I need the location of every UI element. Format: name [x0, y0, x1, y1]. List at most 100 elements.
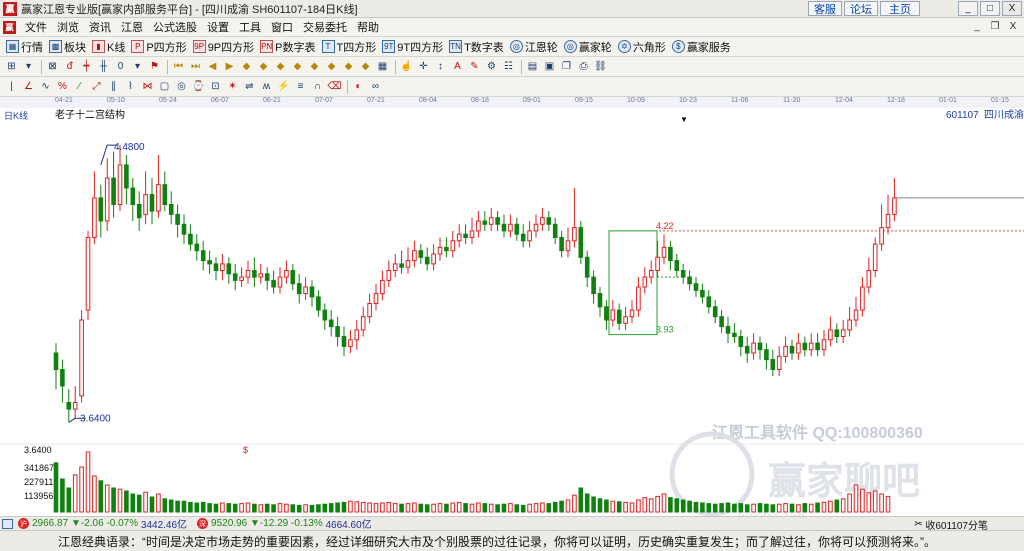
zigzag-tool-icon[interactable]: ʍ [259, 79, 274, 94]
prev-tool-icon[interactable]: ◀ [205, 59, 220, 74]
diamond-tool-icon[interactable]: ◆ [341, 59, 356, 74]
last-tool-icon[interactable]: ⏭ [188, 59, 203, 74]
dropdown-icon[interactable]: ▾ [130, 59, 145, 74]
print-tool-icon[interactable]: ⎙ [576, 59, 591, 74]
menu-info[interactable]: 资讯 [84, 19, 116, 35]
wave-tool-icon[interactable]: ∿ [38, 79, 53, 94]
box-tool-icon[interactable]: ▢ [157, 79, 172, 94]
infinity-icon[interactable]: ∞ [368, 79, 383, 94]
mdi-restore-button[interactable]: ❐ [988, 20, 1002, 33]
toolbar-t-number-button[interactable]: TN T数字表 [449, 39, 504, 55]
candle-body [892, 197, 897, 215]
kline-chart[interactable]: 江恩工具软件 QQ:100800360赢家聊吧liaoba.vip 日K线老子十… [0, 108, 1024, 526]
mirror-tool-icon[interactable]: ⇌ [242, 79, 257, 94]
grid-tool-icon[interactable]: ⊠ [45, 59, 60, 74]
hand-tool-icon[interactable]: ☝ [399, 59, 414, 74]
percent-tool-icon[interactable]: % [55, 79, 70, 94]
copy-tool-icon[interactable]: ❐ [559, 59, 574, 74]
grid-tool-icon[interactable]: ▦ [375, 59, 390, 74]
menu-file[interactable]: 文件 [20, 19, 52, 35]
t-number-icon: TN [449, 40, 463, 53]
fan-tool-icon[interactable]: ⤢ [89, 79, 104, 94]
menu-formula[interactable]: 公式选股 [148, 19, 202, 35]
toolbar-service-button[interactable]: $ 赢家服务 [671, 39, 731, 55]
maximize-button[interactable]: □ [980, 1, 1000, 16]
index-tool-icon[interactable]: 0 [113, 59, 128, 74]
date-tick-label: 12-18 [887, 97, 905, 104]
mark-tool-icon[interactable]: ✎ [467, 59, 482, 74]
gann-tool-icon[interactable]: ⋈ [140, 79, 155, 94]
sh-index-block[interactable]: 沪 2966.87 ▼-2.06 -0.07% 3442.46亿 [0, 516, 187, 531]
candle-tool-icon[interactable]: ᵭ [62, 59, 77, 74]
grid-icon: ▦ [6, 40, 19, 53]
forum-link[interactable]: 论坛 [844, 1, 878, 16]
flag-tool-icon[interactable]: ⚑ [147, 59, 162, 74]
date-tick-label: 04-21 [55, 97, 73, 104]
bar-tool-icon[interactable]: ┿ [79, 59, 94, 74]
calc-tool-icon[interactable]: ☷ [501, 59, 516, 74]
homepage-link[interactable]: 主页 [880, 1, 920, 16]
next-tool-icon[interactable]: ▶ [222, 59, 237, 74]
star-tool-icon[interactable]: ✶ [225, 79, 240, 94]
first-tool-icon[interactable]: ⏮ [171, 59, 186, 74]
spiral-tool-icon[interactable]: ◎ [174, 79, 189, 94]
toolbar-hexagon-button[interactable]: ✡ 六角形 [617, 39, 666, 55]
mdi-minimize-button[interactable]: _ [970, 20, 984, 33]
text-tool-icon[interactable]: A [450, 59, 465, 74]
eraser-tool-icon[interactable]: ⌫ [327, 79, 342, 94]
menu-help[interactable]: 帮助 [352, 19, 384, 35]
diamond-tool-icon[interactable]: ◆ [273, 59, 288, 74]
mdi-close-button[interactable]: X [1006, 20, 1020, 33]
menu-window[interactable]: 窗口 [266, 19, 298, 35]
toolbar-p-square-button[interactable]: P P四方形 [131, 39, 187, 55]
channel-tool-icon[interactable]: ∥ [106, 79, 121, 94]
ruler-tool-icon[interactable]: ⚙ [484, 59, 499, 74]
diamond-tool-icon[interactable]: ◆ [307, 59, 322, 74]
link-tool-icon[interactable]: ⛓ [593, 59, 608, 74]
time-tool-icon[interactable]: ⌚ [191, 79, 206, 94]
fib-tool-icon[interactable]: | [4, 79, 19, 94]
cursor-tool-icon[interactable]: ⊞ [4, 59, 19, 74]
toolbar-p-number-button[interactable]: PN P数字表 [260, 39, 316, 55]
diamond-tool-icon[interactable]: ◆ [358, 59, 373, 74]
arrow-tool-icon[interactable]: ↕ [433, 59, 448, 74]
toolbar-market-button[interactable]: ▦ 行情 [6, 39, 43, 55]
close-button[interactable]: X [1002, 1, 1022, 16]
toolbar-t-square-button[interactable]: T T四方形 [321, 39, 376, 55]
toolbar-9t-square-button[interactable]: 9T 9T四方形 [382, 39, 443, 55]
toolbar-gann-wheel-button[interactable]: ◎ 江恩轮 [509, 39, 558, 55]
winner-wheel-icon: ◎ [563, 40, 577, 53]
magnet-tool-icon[interactable]: ∩ [310, 79, 325, 94]
diamond-tool-icon[interactable]: ◆ [324, 59, 339, 74]
color-wheel-icon[interactable]: ◐ [351, 79, 366, 94]
line-tool-icon[interactable]: ╫ [96, 59, 111, 74]
trend-tool-icon[interactable]: ⁄ [72, 79, 87, 94]
minimize-button[interactable]: _ [958, 1, 978, 16]
diamond-tool-icon[interactable]: ◆ [256, 59, 271, 74]
menu-settings[interactable]: 设置 [202, 19, 234, 35]
tick-detail-label[interactable]: ✂ 收601107分笔 [914, 517, 988, 532]
customer-service-link[interactable]: 客服 [808, 1, 842, 16]
diamond-tool-icon[interactable]: ◆ [290, 59, 305, 74]
angle-tool-icon[interactable]: ∠ [21, 79, 36, 94]
toolbar-winner-wheel-button[interactable]: ◎ 赢家轮 [563, 39, 612, 55]
cross-tool-icon[interactable]: ✛ [416, 59, 431, 74]
diamond-tool-icon[interactable]: ◆ [239, 59, 254, 74]
toolbar-kline-button[interactable]: ▮ K线 [92, 39, 125, 55]
title-bar[interactable]: 赢 赢家江恩专业版[赢家内部服务平台] - [四川成渝 SH601107-184… [0, 0, 1024, 18]
stats-tool-icon[interactable]: ≡ [293, 79, 308, 94]
chart-area[interactable]: 江恩工具软件 QQ:100800360赢家聊吧liaoba.vip 日K线老子十… [0, 108, 1024, 526]
dropdown-icon[interactable]: ▾ [21, 59, 36, 74]
sq-tool-icon[interactable]: ⊡ [208, 79, 223, 94]
menu-gann[interactable]: 江恩 [116, 19, 148, 35]
table-tool-icon[interactable]: ▤ [525, 59, 540, 74]
menu-browse[interactable]: 浏览 [52, 19, 84, 35]
toolbar-sector-button[interactable]: ▩ 板块 [49, 39, 86, 55]
menu-trade[interactable]: 交易委托 [298, 19, 352, 35]
menu-tools[interactable]: 工具 [234, 19, 266, 35]
toolbar-9p-square-button[interactable]: 9P 9P四方形 [192, 39, 254, 55]
signal-tool-icon[interactable]: ⚡ [276, 79, 291, 94]
save-tool-icon[interactable]: ▣ [542, 59, 557, 74]
cycle-tool-icon[interactable]: ⌇ [123, 79, 138, 94]
sz-index-block[interactable]: 深 9520.96 ▼-12.29 -0.13% 4664.60亿 [195, 516, 372, 531]
